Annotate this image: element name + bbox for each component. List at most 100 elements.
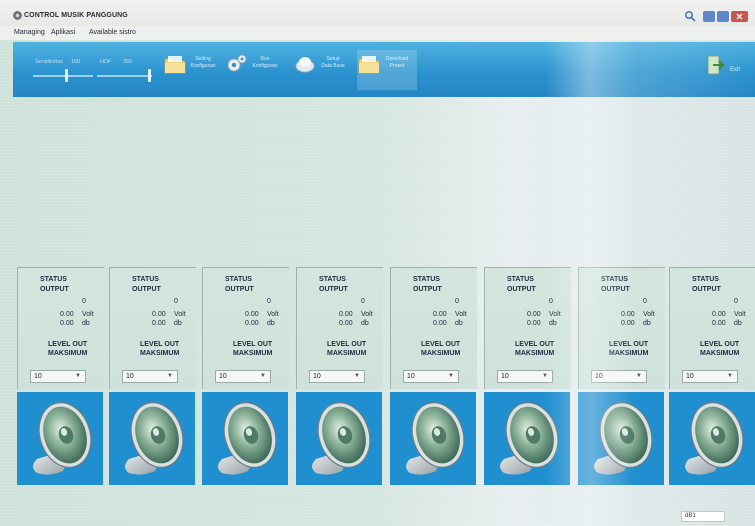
- speaker-tile[interactable]: [669, 392, 755, 485]
- setup-database-label: Setup Data Base: [321, 56, 345, 69]
- download-preset-button[interactable]: Download Preset: [357, 50, 417, 90]
- db-value: 0.00: [245, 320, 259, 327]
- volt-value: 0.00: [712, 311, 726, 318]
- output-label: OUTPUT: [507, 286, 536, 293]
- chevron-down-icon: ▼: [167, 373, 173, 379]
- hdf-slider-thumb[interactable]: [148, 69, 152, 82]
- db-unit: db: [82, 320, 90, 327]
- level-out-value: 10: [686, 373, 694, 380]
- chevron-down-icon: ▼: [448, 373, 454, 379]
- exit-button[interactable]: Exit: [703, 50, 751, 90]
- setup-database-button[interactable]: Setup Data Base: [293, 50, 355, 90]
- search-icon[interactable]: [684, 10, 696, 22]
- output-channel-7: STATUS OUTPUT 0 0.00 Volt 0.00 db LEVEL …: [578, 267, 665, 485]
- status-label: STATUS: [225, 276, 252, 283]
- maksimum-label: MAKSIMUM: [327, 350, 367, 357]
- level-out-value: 10: [126, 373, 134, 380]
- volt-unit: Volt: [267, 311, 279, 318]
- speaker-icon: [594, 402, 653, 475]
- volt-unit: Volt: [455, 311, 467, 318]
- output-label: OUTPUT: [225, 286, 254, 293]
- toolbar: Sensitivitas 100 HDF 350 Setting Konfigur…: [13, 42, 755, 97]
- chevron-down-icon: ▼: [542, 373, 548, 379]
- run-konfigurasi-label: Run Konfigurasi: [252, 56, 278, 69]
- slider-value-sensitivitas: 100: [71, 59, 81, 65]
- volt-value: 0.00: [152, 311, 166, 318]
- maksimum-label: MAKSIMUM: [609, 350, 649, 357]
- speaker-tile[interactable]: [202, 392, 288, 485]
- volt-unit: Volt: [82, 311, 94, 318]
- speaker-tile[interactable]: [390, 392, 476, 485]
- speaker-tile[interactable]: [578, 392, 664, 485]
- close-button[interactable]: [731, 11, 748, 22]
- volt-value: 0.00: [527, 311, 541, 318]
- speaker-tile[interactable]: [296, 392, 382, 485]
- folder-icon: [164, 56, 186, 74]
- level-out-label: LEVEL OUT: [515, 341, 555, 348]
- level-out-select[interactable]: 10 ▼: [591, 370, 647, 383]
- level-out-select[interactable]: 10 ▼: [30, 370, 86, 383]
- status-field: dB1: [681, 511, 725, 522]
- output-label: OUTPUT: [601, 286, 630, 293]
- speaker-tile[interactable]: [17, 392, 103, 485]
- output-label: OUTPUT: [132, 286, 161, 293]
- db-value: 0.00: [712, 320, 726, 327]
- run-konfigurasi-button[interactable]: Run Konfigurasi: [225, 50, 289, 90]
- maksimum-label: MAKSIMUM: [700, 350, 740, 357]
- gears-icon: [227, 54, 247, 72]
- level-out-select[interactable]: 10 ▼: [215, 370, 271, 383]
- output-channel-5: STATUS OUTPUT 0 0.00 Volt 0.00 db LEVEL …: [390, 267, 477, 485]
- minimize-button[interactable]: [703, 11, 715, 22]
- title-bar: CONTROL MUSIK PANGGUNG: [0, 0, 755, 26]
- speaker-tile[interactable]: [109, 392, 195, 485]
- maksimum-label: MAKSIMUM: [515, 350, 555, 357]
- maximize-button[interactable]: [717, 11, 729, 22]
- menu-bar: Managing Aplikasi Available sistro: [0, 26, 755, 40]
- setting-konfigurasi-button[interactable]: Setting Konfigurasi: [163, 50, 223, 90]
- speaker-tile[interactable]: [484, 392, 570, 485]
- hdf-slider[interactable]: [97, 75, 152, 77]
- level-out-value: 10: [595, 373, 603, 380]
- chevron-down-icon: ▼: [354, 373, 360, 379]
- status-label: STATUS: [692, 276, 719, 283]
- sensitivity-slider[interactable]: [33, 75, 93, 77]
- level-out-select[interactable]: 10 ▼: [682, 370, 738, 383]
- output-channel-4: STATUS OUTPUT 0 0.00 Volt 0.00 db LEVEL …: [296, 267, 383, 485]
- output-value: 0: [643, 298, 647, 305]
- level-out-label: LEVEL OUT: [48, 341, 88, 348]
- db-value: 0.00: [527, 320, 541, 327]
- channel-status-panel: STATUS OUTPUT 0 0.00 Volt 0.00 db LEVEL …: [17, 267, 104, 389]
- speaker-icon: [125, 402, 184, 475]
- channel-status-panel: STATUS OUTPUT 0 0.00 Volt 0.00 db LEVEL …: [296, 267, 383, 389]
- sensitivity-slider-thumb[interactable]: [65, 69, 68, 82]
- output-channel-2: STATUS OUTPUT 0 0.00 Volt 0.00 db LEVEL …: [109, 267, 196, 485]
- level-out-select[interactable]: 10 ▼: [497, 370, 553, 383]
- db-unit: db: [549, 320, 557, 327]
- db-value: 0.00: [60, 320, 74, 327]
- level-out-label: LEVEL OUT: [140, 341, 180, 348]
- volt-unit: Volt: [734, 311, 746, 318]
- db-unit: db: [267, 320, 275, 327]
- db-unit: db: [361, 320, 369, 327]
- output-channel-8: STATUS OUTPUT 0 0.00 Volt 0.00 db LEVEL …: [669, 267, 755, 485]
- db-unit: db: [734, 320, 742, 327]
- menu-available-sistro[interactable]: Available sistro: [89, 29, 136, 36]
- level-out-select[interactable]: 10 ▼: [403, 370, 459, 383]
- db-unit: db: [643, 320, 651, 327]
- speaker-icon: [406, 402, 465, 475]
- output-channel-1: STATUS OUTPUT 0 0.00 Volt 0.00 db LEVEL …: [17, 267, 104, 485]
- app-logo-icon: [13, 11, 22, 20]
- menu-aplikasi[interactable]: Aplikasi: [51, 29, 75, 36]
- level-out-value: 10: [219, 373, 227, 380]
- status-label: STATUS: [507, 276, 534, 283]
- level-out-select[interactable]: 10 ▼: [309, 370, 365, 383]
- level-out-value: 10: [501, 373, 509, 380]
- volt-unit: Volt: [361, 311, 373, 318]
- output-value: 0: [174, 298, 178, 305]
- menu-managing[interactable]: Managing: [14, 29, 45, 36]
- maksimum-label: MAKSIMUM: [48, 350, 88, 357]
- volt-value: 0.00: [339, 311, 353, 318]
- slider-label-sensitivitas: Sensitivitas: [35, 59, 63, 65]
- level-out-select[interactable]: 10 ▼: [122, 370, 178, 383]
- level-out-value: 10: [313, 373, 321, 380]
